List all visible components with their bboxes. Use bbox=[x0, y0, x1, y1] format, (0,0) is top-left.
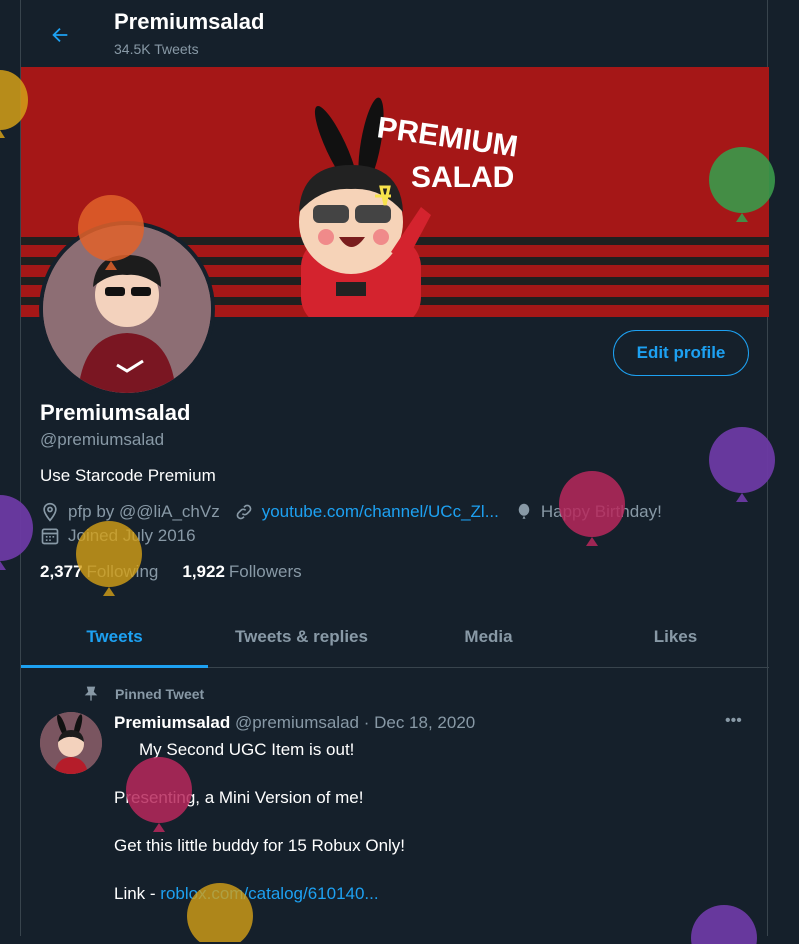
balloon-icon bbox=[0, 495, 33, 570]
balloon-icon bbox=[76, 521, 142, 596]
tab-likes[interactable]: Likes bbox=[582, 606, 769, 667]
calendar-icon bbox=[41, 528, 59, 545]
tweet-author[interactable]: Premiumsalad bbox=[114, 713, 230, 732]
tweet-avatar-illustration bbox=[40, 712, 102, 774]
edit-profile-button[interactable]: Edit profile bbox=[613, 330, 749, 376]
followers-count: 1,922 bbox=[182, 562, 225, 581]
profile-bio: Use Starcode Premium bbox=[40, 466, 216, 485]
followers-label: Followers bbox=[228, 562, 302, 581]
pin-icon bbox=[84, 686, 98, 701]
banner-illustration: PREMIUM SALAD bbox=[299, 97, 520, 317]
pinned-indicator: Pinned Tweet bbox=[83, 685, 204, 703]
back-arrow-icon bbox=[52, 27, 68, 43]
tweet-meta: @premiumsalad · Dec 18, 2020 bbox=[234, 713, 476, 732]
page-title: Premiumsalad bbox=[114, 9, 265, 34]
profile-handle: @premiumsalad bbox=[40, 430, 165, 449]
banner-title-line2: SALAD bbox=[411, 161, 514, 194]
balloon-icon bbox=[78, 195, 144, 270]
back-button[interactable] bbox=[43, 18, 77, 52]
balloon-icon bbox=[187, 883, 253, 942]
website-link[interactable]: youtube.com/channel/UCc_Zl... bbox=[262, 502, 499, 522]
balloon-icon bbox=[709, 427, 775, 502]
more-options-icon[interactable]: ••• bbox=[725, 712, 751, 736]
balloon-icon bbox=[0, 70, 28, 138]
balloon-icon bbox=[518, 503, 530, 519]
tab-media[interactable]: Media bbox=[395, 606, 582, 667]
tweet-count: 34.5K Tweets bbox=[114, 41, 199, 57]
profile-tabs: Tweets Tweets & replies Media Likes bbox=[21, 606, 769, 668]
profile-name: Premiumsalad bbox=[40, 400, 191, 425]
link-icon bbox=[236, 504, 252, 520]
tweet-header: Premiumsalad @premiumsalad · Dec 18, 202… bbox=[114, 713, 475, 733]
location-text: pfp by @@liA_chVz bbox=[68, 502, 220, 521]
balloon-icon bbox=[126, 757, 192, 832]
tab-tweets[interactable]: Tweets bbox=[21, 606, 208, 668]
balloon-icon bbox=[691, 905, 757, 944]
banner-title-line1: PREMIUM bbox=[375, 111, 520, 163]
balloon-icon bbox=[559, 471, 625, 546]
location-icon bbox=[43, 502, 57, 522]
tab-tweets-replies[interactable]: Tweets & replies bbox=[208, 606, 395, 667]
pinned-label: Pinned Tweet bbox=[115, 686, 205, 702]
tweet-link-prefix: Link - bbox=[114, 884, 161, 903]
followers-stat[interactable]: 1,922 Followers bbox=[182, 562, 301, 582]
top-bar: Premiumsalad 34.5K Tweets bbox=[21, 0, 769, 66]
tweet-avatar[interactable] bbox=[40, 712, 102, 774]
balloon-icon bbox=[709, 147, 775, 222]
